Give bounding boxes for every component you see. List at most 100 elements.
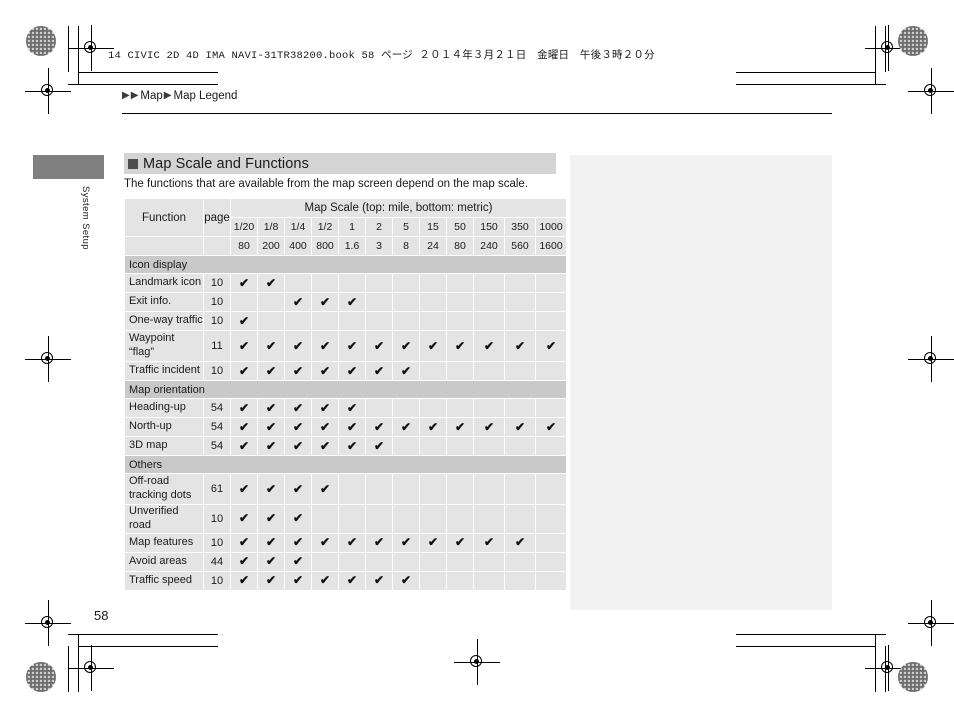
availability-cell [474, 437, 504, 455]
availability-cell [474, 505, 504, 533]
scale-metric-6: 8 [393, 237, 419, 255]
row-function-label: 3D map [125, 437, 203, 455]
availability-cell: ✔ [339, 362, 365, 380]
halftone-patch [26, 26, 56, 56]
check-icon: ✔ [265, 511, 277, 526]
check-icon: ✔ [265, 419, 277, 434]
check-icon: ✔ [373, 438, 385, 453]
row-page-ref[interactable]: 10 [204, 533, 230, 552]
row-page-ref[interactable]: 11 [204, 331, 230, 361]
row-function-label: Heading-up [125, 399, 203, 417]
breadcrumb-item-map-legend[interactable]: Map Legend [173, 90, 237, 102]
availability-cell [258, 312, 284, 330]
row-page-ref[interactable]: 61 [204, 474, 230, 504]
check-icon: ✔ [238, 363, 250, 378]
check-icon: ✔ [514, 338, 526, 353]
availability-cell [285, 274, 311, 292]
breadcrumb-item-map[interactable]: Map [140, 90, 162, 102]
availability-cell: ✔ [231, 274, 257, 292]
scale-mile-2: 1/4 [285, 218, 311, 236]
check-icon: ✔ [400, 573, 412, 587]
scale-mile-1: 1/8 [258, 218, 284, 236]
table-row: Unverified road 10 ✔ ✔ ✔ [125, 505, 566, 533]
availability-cell: ✔ [505, 533, 535, 552]
row-function-label: Unverified road [125, 505, 203, 533]
halftone-patch [898, 26, 928, 56]
row-page-ref[interactable]: 10 [204, 505, 230, 533]
registration-mark [908, 68, 954, 114]
row-page-ref[interactable]: 10 [204, 293, 230, 311]
table-section-label: Icon display [125, 256, 566, 273]
breadcrumb-arrow-icon: ▶ [163, 90, 172, 101]
crop-line [68, 84, 218, 85]
availability-cell [447, 437, 473, 455]
availability-cell [474, 362, 504, 380]
check-icon: ✔ [238, 313, 250, 328]
check-icon: ✔ [373, 535, 385, 549]
availability-cell: ✔ [447, 418, 473, 436]
availability-cell: ✔ [285, 474, 311, 504]
check-icon: ✔ [319, 481, 331, 496]
availability-cell [474, 571, 504, 590]
check-icon: ✔ [400, 363, 412, 378]
availability-cell [420, 552, 446, 571]
row-page-ref[interactable]: 10 [204, 571, 230, 590]
crop-line [736, 634, 886, 635]
availability-cell [505, 399, 535, 417]
availability-cell: ✔ [285, 571, 311, 590]
table-section-row: Icon display [125, 256, 566, 273]
row-page-ref[interactable]: 54 [204, 418, 230, 436]
row-function-label: Avoid areas [125, 552, 203, 571]
check-icon: ✔ [346, 438, 358, 453]
availability-cell [536, 362, 566, 380]
header-page: page [204, 199, 230, 236]
row-page-ref[interactable]: 54 [204, 437, 230, 455]
availability-cell: ✔ [231, 552, 257, 571]
breadcrumb: ▶ ▶ Map ▶ Map Legend [122, 90, 238, 102]
row-page-ref[interactable]: 54 [204, 399, 230, 417]
header-function: Function [125, 199, 203, 236]
availability-cell [474, 312, 504, 330]
availability-cell [312, 505, 338, 533]
availability-cell [366, 312, 392, 330]
availability-cell: ✔ [231, 399, 257, 417]
availability-cell: ✔ [420, 533, 446, 552]
availability-cell: ✔ [285, 399, 311, 417]
availability-cell [366, 399, 392, 417]
row-function-label: Exit info. [125, 293, 203, 311]
check-icon: ✔ [454, 535, 466, 549]
availability-cell [312, 552, 338, 571]
scale-metric-11: 1600 [536, 237, 566, 255]
table-row: Avoid areas 44 ✔ ✔ ✔ [125, 552, 566, 571]
availability-cell: ✔ [393, 331, 419, 361]
availability-cell [536, 474, 566, 504]
check-icon: ✔ [346, 400, 358, 415]
row-function-label: Traffic incident [125, 362, 203, 380]
availability-cell: ✔ [258, 399, 284, 417]
check-icon: ✔ [238, 438, 250, 453]
availability-cell [505, 505, 535, 533]
print-file-header: 14 CIVIC 2D 4D IMA NAVI-31TR38200.book 5… [108, 50, 655, 62]
check-icon: ✔ [265, 275, 277, 290]
table-row: Landmark icon 10 ✔ ✔ [125, 274, 566, 292]
availability-cell [393, 505, 419, 533]
row-page-ref[interactable]: 10 [204, 312, 230, 330]
availability-cell: ✔ [231, 312, 257, 330]
availability-cell [393, 552, 419, 571]
availability-cell [420, 505, 446, 533]
row-function-label: One-way traffic [125, 312, 203, 330]
availability-cell [474, 399, 504, 417]
registration-mark [25, 600, 71, 646]
check-icon: ✔ [373, 419, 385, 434]
row-page-ref[interactable]: 10 [204, 274, 230, 292]
row-page-ref[interactable]: 44 [204, 552, 230, 571]
check-icon: ✔ [319, 400, 331, 415]
row-page-ref[interactable]: 10 [204, 362, 230, 380]
check-icon: ✔ [373, 573, 385, 587]
check-icon: ✔ [483, 419, 495, 434]
scale-mile-3: 1/2 [312, 218, 338, 236]
table-header-row: Function page Map Scale (top: mile, bottom… [125, 199, 566, 236]
check-icon: ✔ [427, 535, 439, 549]
square-bullet-icon [128, 158, 138, 169]
availability-cell [447, 293, 473, 311]
